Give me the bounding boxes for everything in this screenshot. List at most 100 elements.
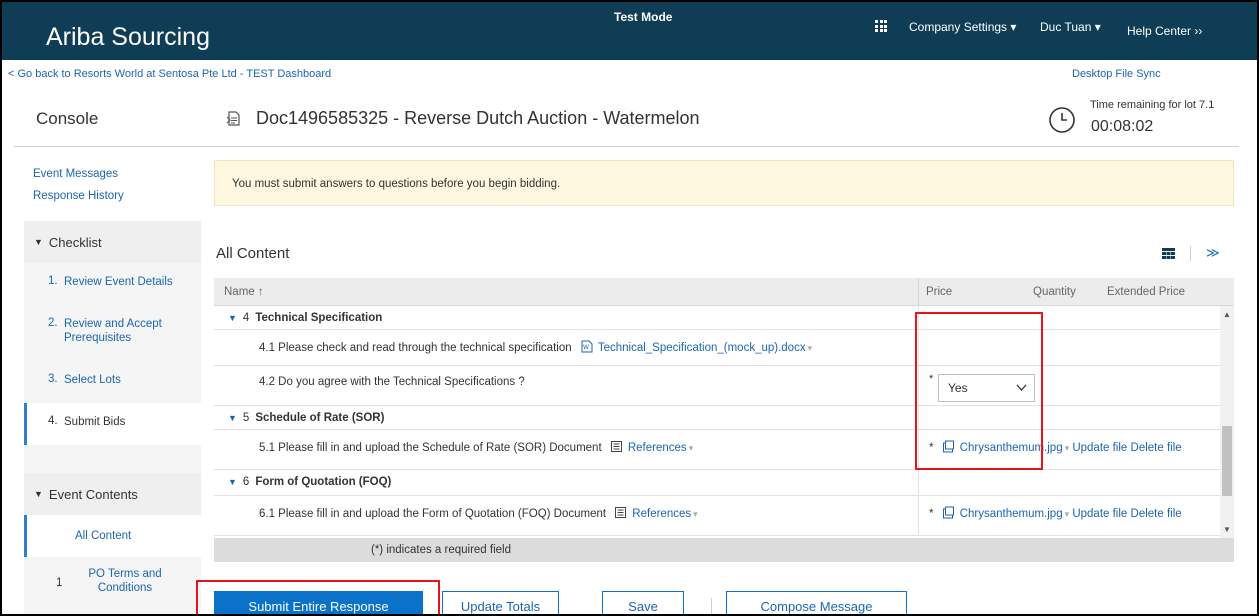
expand-all-icon[interactable]: ≫	[1206, 245, 1220, 261]
collapse-triangle-icon[interactable]: ▼	[228, 413, 237, 423]
section-label: Schedule of Rate (SOR)	[255, 412, 385, 424]
desktop-file-sync-link[interactable]: Desktop File Sync	[1072, 68, 1161, 80]
item-number: 1	[56, 577, 63, 589]
references-icon	[615, 507, 627, 518]
question-text: 6.1 Please fill in and upload the Form o…	[259, 508, 607, 520]
chevron-down-icon[interactable]: ▾	[693, 509, 698, 519]
update-file-link[interactable]: Update file	[1072, 442, 1127, 454]
question-text: 4.2 Do you agree with the Technical Spec…	[259, 376, 525, 388]
collapse-triangle-icon[interactable]: ▼	[228, 313, 237, 323]
answer-select[interactable]: Yes	[938, 374, 1035, 402]
section-number: 4	[242, 312, 250, 324]
step-label: Submit Bids	[64, 416, 126, 428]
required-field-note: (*) indicates a required field	[371, 544, 511, 556]
app-window: Ariba Sourcing Test Mode Company Setting…	[0, 0, 1259, 616]
uploaded-file-link[interactable]: Chrysanthemum.jpg	[960, 508, 1063, 520]
attachment-icon	[942, 440, 954, 453]
company-settings-menu[interactable]: Company Settings ▾	[909, 20, 1016, 34]
step-label: Review Event Details	[64, 276, 173, 288]
save-button[interactable]: Save	[602, 591, 684, 614]
sidebar-item-response-history[interactable]: Response History	[33, 190, 124, 202]
word-document-icon: W	[581, 340, 593, 353]
scroll-thumb[interactable]	[1222, 426, 1232, 496]
chevron-down-icon[interactable]: ▾	[1065, 443, 1070, 453]
button-divider	[711, 598, 712, 614]
uploaded-file-cell: * Chrysanthemum.jpg ▾ Update file Delete …	[929, 440, 1182, 454]
step-label: Review and Accept Prerequisites	[64, 318, 162, 344]
required-marker: *	[929, 442, 934, 454]
attachment-icon	[942, 506, 954, 519]
collapse-triangle-icon: ▼	[34, 489, 43, 499]
update-totals-button[interactable]: Update Totals	[442, 591, 559, 614]
table-scrollbar[interactable]: ▲ ▼	[1220, 306, 1234, 538]
sidebar-section-checklist[interactable]: ▼ Checklist	[24, 221, 201, 263]
step-number: 3.	[48, 373, 58, 385]
section-label: Technical Specification	[255, 312, 383, 324]
required-note-bar: (*) indicates a required field	[214, 538, 1234, 562]
delete-file-link[interactable]: Delete file	[1131, 442, 1182, 454]
required-marker: *	[929, 508, 934, 520]
section-row-form-of-quotation[interactable]: ▼ 6 Form of Quotation (FOQ)	[214, 470, 1220, 496]
document-icon	[226, 111, 240, 126]
user-menu[interactable]: Duc Tuan ▾	[1040, 20, 1101, 34]
chevron-down-icon[interactable]: ▾	[689, 443, 694, 453]
page-title: Doc1496585325 - Reverse Dutch Auction - …	[256, 108, 700, 128]
step-number: 2.	[48, 317, 58, 329]
table-header: Name ↑ Price Quantity Extended Price	[214, 278, 1234, 306]
clock-icon	[1049, 107, 1075, 133]
submit-entire-response-button[interactable]: Submit Entire Response	[214, 591, 423, 614]
checklist-label: Checklist	[48, 234, 102, 250]
app-grid-icon[interactable]	[875, 20, 887, 32]
chevron-down-icon[interactable]: ▾	[1065, 509, 1070, 519]
uploaded-file-link[interactable]: Chrysanthemum.jpg	[960, 442, 1063, 454]
section-row-schedule-of-rate[interactable]: ▼ 5 Schedule of Rate (SOR)	[214, 406, 1220, 430]
sidebar-item-all-content[interactable]: All Content	[24, 515, 201, 557]
brand-title: Ariba Sourcing	[46, 23, 210, 51]
collapse-triangle-icon: ▼	[34, 237, 43, 247]
chevron-down-icon	[1016, 384, 1027, 391]
column-header-quantity: Quantity	[1033, 286, 1076, 298]
collapse-triangle-icon[interactable]: ▼	[228, 477, 237, 487]
content-title: All Content	[216, 245, 290, 262]
time-remaining-value: 00:08:02	[1091, 118, 1154, 135]
section-label: Form of Quotation (FOQ)	[255, 476, 392, 488]
references-link[interactable]: References	[632, 508, 691, 520]
sidebar-item-event-messages[interactable]: Event Messages	[33, 168, 118, 180]
compose-message-button[interactable]: Compose Message	[726, 591, 907, 614]
section-row-technical-specification[interactable]: ▼ 4 Technical Specification	[214, 306, 1220, 330]
time-remaining-label: Time remaining for lot 7.1	[1090, 99, 1215, 111]
table-row: 6.1 Please fill in and upload the Form o…	[214, 496, 1220, 536]
top-bar: Ariba Sourcing Test Mode Company Setting…	[2, 2, 1257, 60]
item-label: PO Terms and Conditions	[88, 568, 162, 594]
toolbar-divider	[1190, 246, 1191, 261]
column-divider	[918, 278, 919, 306]
scroll-down-icon[interactable]: ▼	[1223, 525, 1231, 534]
references-icon	[610, 441, 622, 452]
sidebar-section-event-contents[interactable]: ▼ Event Contents	[24, 473, 201, 515]
update-file-link[interactable]: Update file	[1072, 508, 1127, 520]
delete-file-link[interactable]: Delete file	[1131, 508, 1182, 520]
uploaded-file-cell: * Chrysanthemum.jpg ▾ Update file Delete …	[929, 506, 1182, 520]
help-center-link[interactable]: Help Center ››	[1127, 24, 1202, 38]
test-mode-label: Test Mode	[614, 10, 673, 24]
content-table: ▼ 4 Technical Specification 4.1 Please che…	[214, 306, 1220, 538]
svg-text:W: W	[583, 344, 589, 351]
scroll-up-icon[interactable]: ▲	[1223, 310, 1231, 319]
step-number: 4.	[48, 415, 58, 427]
column-header-extended-price: Extended Price	[1107, 286, 1185, 298]
chevron-down-icon[interactable]: ▾	[808, 343, 813, 353]
column-header-name[interactable]: Name ↑	[224, 286, 264, 298]
event-contents-label: Event Contents	[48, 486, 138, 502]
references-link[interactable]: References	[628, 442, 687, 454]
bidding-notice: You must submit answers to questions bef…	[214, 160, 1234, 206]
step-number: 1.	[48, 275, 58, 287]
question-text: 5.1 Please fill in and upload the Schedu…	[259, 442, 602, 454]
checklist-step-submit-bids[interactable]: 4. Submit Bids	[24, 403, 201, 445]
table-row: 4.1 Please check and read through the te…	[214, 330, 1220, 366]
attachment-link[interactable]: Technical_Specification_(mock_up).docx	[598, 342, 806, 354]
column-header-price: Price	[926, 286, 953, 298]
back-to-dashboard-link[interactable]: < Go back to Resorts World at Sentosa Pt…	[8, 68, 331, 80]
section-number: 6	[242, 476, 250, 488]
table-view-icon[interactable]	[1162, 248, 1175, 259]
step-label: Select Lots	[64, 374, 121, 386]
